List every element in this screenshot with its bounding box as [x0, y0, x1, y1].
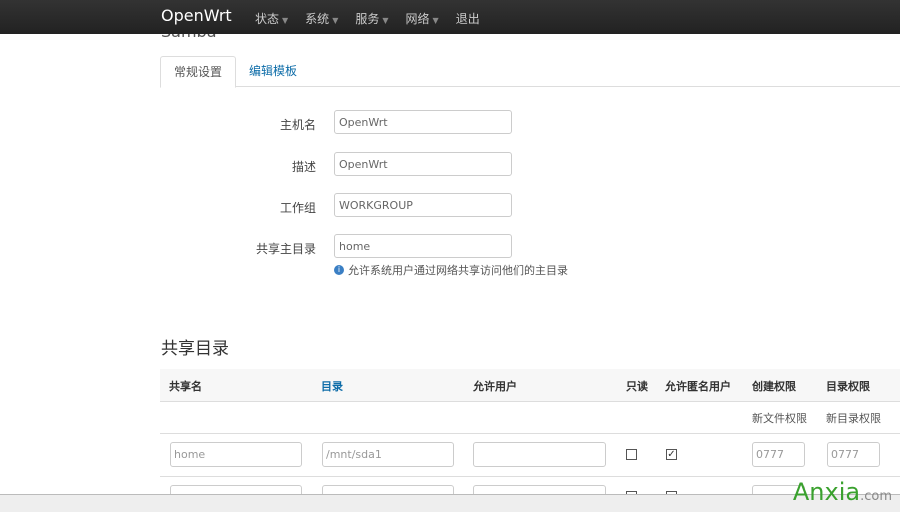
col-guest: 允许匿名用户: [665, 380, 731, 393]
col-create-mask: 创建权限: [752, 380, 796, 393]
form-row-workgroup: 工作组 WORKGROUP: [160, 193, 660, 219]
top-navbar: OpenWrt 状态 ▼ 系统 ▼ 服务 ▼ 网络 ▼ 退出: [0, 0, 900, 34]
main-menu: 状态 ▼ 系统 ▼ 服务 ▼ 网络 ▼ 退出: [255, 10, 480, 27]
col-path[interactable]: 目录: [321, 378, 343, 394]
create-mask-input[interactable]: 0777: [752, 442, 805, 467]
divider: [160, 433, 900, 434]
share-path-input[interactable]: /mnt/sda1: [322, 442, 454, 467]
workgroup-label: 工作组: [279, 201, 316, 215]
menu-services[interactable]: 服务 ▼: [355, 10, 388, 27]
col-name: 共享名: [169, 380, 202, 393]
hint-text: 允许系统用户通过网络共享访问他们的主目录: [348, 264, 568, 277]
form-row-homes: 共享主目录 home: [160, 234, 660, 260]
share-name-input[interactable]: home: [170, 442, 302, 467]
dir-mask-desc: 新目录权限: [826, 412, 881, 425]
info-icon: i: [334, 265, 344, 275]
share-users-input[interactable]: [473, 442, 606, 467]
homes-input[interactable]: home: [334, 234, 512, 258]
description-input[interactable]: OpenWrt: [334, 152, 512, 176]
menu-system[interactable]: 系统 ▼: [305, 10, 338, 27]
divider: [160, 476, 900, 477]
caret-down-icon: ▼: [432, 16, 439, 25]
description-label: 描述: [291, 160, 316, 174]
brand-logo[interactable]: OpenWrt: [161, 6, 232, 25]
col-readonly: 只读: [626, 380, 648, 393]
readonly-checkbox[interactable]: [626, 449, 637, 460]
shares-title: 共享目录: [161, 339, 229, 359]
tab-edit-template[interactable]: 编辑模板: [236, 56, 310, 86]
form-row-description: 描述 OpenWrt: [160, 152, 660, 178]
tab-general[interactable]: 常规设置: [160, 56, 237, 88]
menu-logout[interactable]: 退出: [456, 10, 480, 27]
bottom-bar: [0, 494, 900, 512]
form-row-hostname: 主机名 OpenWrt: [160, 110, 660, 136]
homes-hint: i 允许系统用户通过网络共享访问他们的主目录: [334, 262, 568, 278]
watermark-logo: Anxia.com: [792, 478, 892, 506]
caret-down-icon: ▼: [282, 16, 289, 25]
workgroup-input[interactable]: WORKGROUP: [334, 193, 512, 217]
menu-network[interactable]: 网络 ▼: [406, 10, 439, 27]
col-dir-mask: 目录权限: [826, 380, 870, 393]
menu-status[interactable]: 状态 ▼: [255, 10, 288, 27]
caret-down-icon: ▼: [382, 16, 389, 25]
col-users: 允许用户: [473, 380, 517, 393]
divider: [160, 401, 900, 402]
tabs: 常规设置 编辑模板: [160, 56, 900, 88]
guest-checkbox[interactable]: ✓: [666, 449, 677, 460]
caret-down-icon: ▼: [332, 16, 339, 25]
create-mask-desc: 新文件权限: [752, 412, 807, 425]
dir-mask-input[interactable]: 0777: [827, 442, 880, 467]
hostname-input[interactable]: OpenWrt: [334, 110, 512, 134]
hostname-label: 主机名: [279, 118, 316, 132]
homes-label: 共享主目录: [255, 242, 316, 256]
